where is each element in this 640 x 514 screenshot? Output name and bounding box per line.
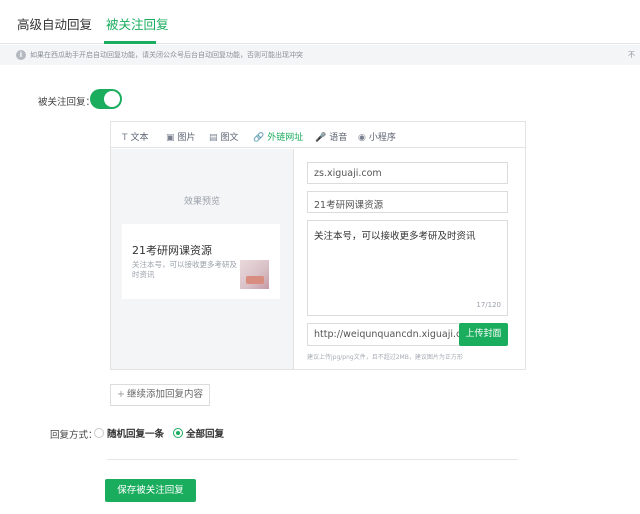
description-text: 关注本号，可以接收更多考研及时资讯 (314, 231, 476, 242)
add-reply-content-label: 继续添加回复内容 (126, 389, 203, 400)
reply-mode-label: 回复方式： (50, 430, 98, 441)
tab-text[interactable]: T 文本 (122, 130, 149, 143)
radio-random-reply-label: 随机回复一条 (107, 429, 165, 440)
preview-panel: 效果预览 21考研网课资源 关注本号，可以接收更多考研及时资讯 (111, 149, 293, 369)
preview-title: 效果预览 (183, 197, 220, 207)
tab-article[interactable]: ▤ 图文 (209, 130, 239, 143)
tab-article-label: 图文 (220, 133, 239, 143)
notice-edge-text: 不 (628, 51, 635, 59)
article-icon: ▤ (209, 133, 218, 143)
link-form: zs.xiguaji.com 21考研网课资源 关注本号，可以接收更多考研及时资… (293, 149, 525, 369)
tab-follow-reply[interactable]: 被关注回复 (106, 14, 169, 33)
tab-text-label: 文本 (130, 133, 149, 143)
divider (107, 459, 518, 460)
radio-all-reply-label: 全部回复 (186, 429, 225, 440)
tab-external-link-label: 外链网址 (267, 133, 304, 143)
tab-voice-label: 语音 (329, 133, 348, 143)
preview-card: 21考研网课资源 关注本号，可以接收更多考研及时资讯 (122, 224, 280, 299)
top-tab-bar: 高级自动回复 被关注回复 (0, 0, 640, 44)
add-reply-content-button[interactable]: + 继续添加回复内容 (110, 384, 210, 406)
notice-bar: i 如果在西瓜助手开启自动回复功能，请关闭公众号后台自动回复功能，否则可能出现冲… (0, 45, 640, 65)
preview-card-title: 21考研网课资源 (132, 244, 212, 257)
tab-image-label: 图片 (177, 133, 196, 143)
radio-all-reply[interactable]: 全部回复 (173, 426, 224, 440)
tab-advanced-auto-reply[interactable]: 高级自动回复 (17, 14, 92, 33)
radio-random-reply[interactable]: 随机回复一条 (94, 426, 164, 440)
info-icon: i (16, 50, 26, 60)
link-icon: 🔗 (253, 133, 265, 143)
reply-editor: T 文本 ▣ 图片 ▤ 图文 🔗 外链网址 🎤 语音 ◉ 小程序 效果预览 21考研网课资源… (110, 121, 526, 370)
save-follow-reply-button[interactable]: 保存被关注回复 (105, 479, 196, 502)
plus-icon: + (117, 389, 125, 400)
upload-hint: 建议上传jpg/png文件，且不超过2MB，建议图片为正方形 (307, 354, 463, 361)
editor-tab-bar: T 文本 ▣ 图片 ▤ 图文 🔗 外链网址 🎤 语音 ◉ 小程序 (111, 122, 525, 148)
microphone-icon: 🎤 (315, 133, 327, 143)
description-textarea[interactable]: 关注本号，可以接收更多考研及时资讯 17/120 (307, 220, 508, 316)
tab-external-link[interactable]: 🔗 外链网址 (253, 130, 303, 143)
text-icon: T (122, 133, 128, 143)
tab-image[interactable]: ▣ 图片 (166, 130, 196, 143)
radio-unchecked-icon (94, 428, 104, 438)
cover-url-input[interactable]: http://weiqunquancdn.xiguaji.com (307, 323, 462, 346)
title-input[interactable]: 21考研网课资源 (307, 191, 508, 213)
upload-cover-button[interactable]: 上传封面 (459, 323, 508, 346)
notice-text: 如果在西瓜助手开启自动回复功能，请关闭公众号后台自动回复功能，否则可能出现冲突 (30, 51, 303, 59)
preview-card-thumbnail (240, 260, 269, 289)
follow-reply-toggle[interactable] (90, 89, 122, 109)
preview-card-description: 关注本号，可以接收更多考研及时资讯 (132, 260, 237, 279)
image-icon: ▣ (166, 133, 175, 143)
tab-voice[interactable]: 🎤 语音 (315, 130, 347, 143)
follow-reply-toggle-label: 被关注回复： (38, 97, 96, 108)
radio-checked-icon (173, 428, 183, 438)
toggle-knob (104, 91, 120, 107)
miniprogram-icon: ◉ (358, 133, 366, 143)
tab-miniprogram-label: 小程序 (368, 133, 396, 143)
active-tab-indicator (104, 41, 156, 44)
link-url-input[interactable]: zs.xiguaji.com (307, 162, 508, 184)
char-counter: 17/120 (476, 301, 501, 309)
tab-miniprogram[interactable]: ◉ 小程序 (358, 130, 396, 143)
